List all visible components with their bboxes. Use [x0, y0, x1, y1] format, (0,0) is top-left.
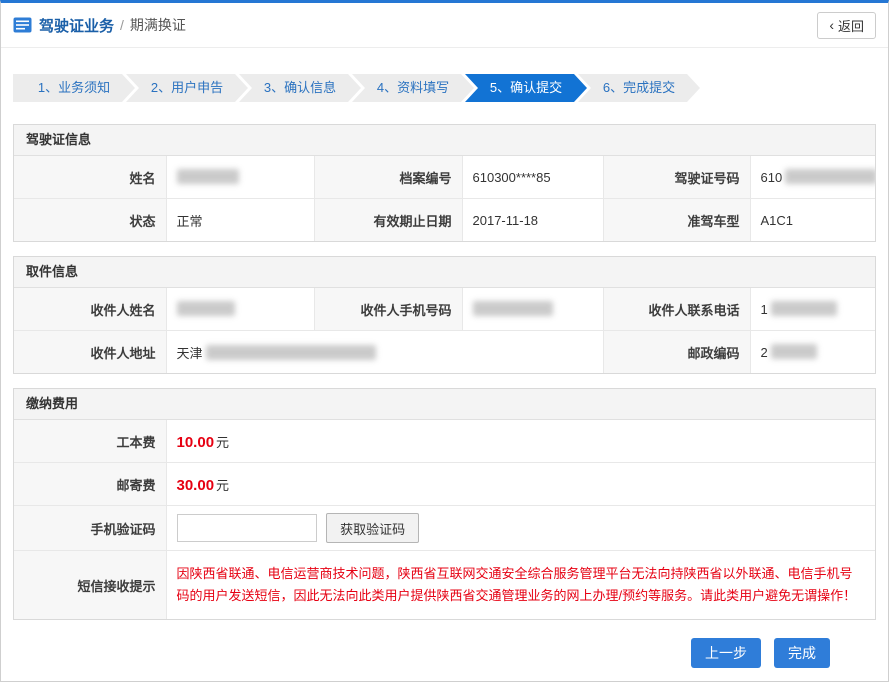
- recipient-name-label: 收件人姓名: [14, 288, 166, 331]
- table-row: 工本费 10.00元: [14, 420, 875, 463]
- step-5-confirm-submit[interactable]: 5、确认提交: [465, 74, 587, 102]
- page-title: 驾驶证业务: [39, 15, 114, 36]
- table-row: 收件人地址 天津 邮政编码 2: [14, 331, 875, 374]
- redacted-recipient-mobile: [473, 301, 553, 316]
- expiry-value: 2017-11-18: [462, 199, 603, 242]
- redacted-license-number: [785, 169, 875, 184]
- license-info-table: 姓名 档案编号 610300****85 驾驶证号码 610 状态 正常 有效期…: [14, 156, 875, 241]
- step-3-confirm-info[interactable]: 3、确认信息: [239, 74, 361, 102]
- vehicle-class-value: A1C1: [750, 199, 875, 242]
- expiry-label: 有效期止日期: [314, 199, 462, 242]
- postal-code-prefix: 2: [761, 345, 768, 360]
- breadcrumb-current: 期满换证: [130, 15, 186, 35]
- back-button-label: 返回: [838, 16, 864, 35]
- get-code-button[interactable]: 获取验证码: [326, 513, 419, 543]
- production-fee-unit: 元: [216, 435, 229, 450]
- pickup-info-table: 收件人姓名 收件人手机号码 收件人联系电话 1 收件人地址 天津 邮政编码 2: [14, 288, 875, 373]
- status-label: 状态: [14, 199, 166, 242]
- prev-step-button[interactable]: 上一步: [691, 638, 761, 668]
- table-row: 手机验证码 获取验证码: [14, 506, 875, 551]
- step-4-fill-data[interactable]: 4、资料填写: [352, 74, 474, 102]
- recipient-mobile-value: [462, 288, 603, 331]
- redacted-name: [177, 169, 239, 184]
- step-1-business-notice[interactable]: 1、业务须知: [13, 74, 135, 102]
- mailing-fee-unit: 元: [216, 478, 229, 493]
- recipient-phone-value: 1: [750, 288, 875, 331]
- header-bar: 驾驶证业务 / 期满换证 ‹ 返回: [1, 3, 888, 48]
- name-label: 姓名: [14, 156, 166, 199]
- postal-code-label: 邮政编码: [603, 331, 750, 374]
- driver-license-renewal-page: 驾驶证业务 / 期满换证 ‹ 返回 1、业务须知 2、用户申告 3、确认信息 4…: [0, 0, 889, 682]
- recipient-name-value: [166, 288, 314, 331]
- pickup-info-section: 取件信息 收件人姓名 收件人手机号码 收件人联系电话 1 收件人地址 天津 邮政…: [13, 256, 876, 374]
- back-arrow-icon: ‹: [829, 18, 834, 32]
- mailing-fee-value: 30.00元: [166, 463, 875, 506]
- production-fee-amount: 10.00: [177, 434, 215, 451]
- postal-code-value: 2: [750, 331, 875, 374]
- back-button[interactable]: ‹ 返回: [817, 12, 876, 39]
- sms-notice-label: 短信接收提示: [14, 551, 166, 620]
- table-row: 邮寄费 30.00元: [14, 463, 875, 506]
- fees-section: 缴纳费用 工本费 10.00元 邮寄费 30.00元 手机验证码 获取验证码 短…: [13, 388, 876, 620]
- recipient-address-label: 收件人地址: [14, 331, 166, 374]
- sms-code-input[interactable]: [177, 514, 317, 542]
- sms-notice-text: 因陕西省联通、电信运营商技术问题，陕西省互联网交通安全综合服务管理平台无法向持陕…: [177, 563, 866, 607]
- table-row: 短信接收提示 因陕西省联通、电信运营商技术问题，陕西省互联网交通安全综合服务管理…: [14, 551, 875, 620]
- fees-title: 缴纳费用: [14, 389, 875, 420]
- redacted-recipient-address: [206, 345, 376, 360]
- mailing-fee-label: 邮寄费: [14, 463, 166, 506]
- recipient-address-prefix: 天津: [177, 346, 203, 361]
- pickup-info-title: 取件信息: [14, 257, 875, 288]
- mailing-fee-amount: 30.00: [177, 477, 215, 494]
- redacted-postal-code: [771, 344, 817, 359]
- recipient-phone-prefix: 1: [761, 302, 768, 317]
- production-fee-value: 10.00元: [166, 420, 875, 463]
- license-info-title: 驾驶证信息: [14, 125, 875, 156]
- license-info-section: 驾驶证信息 姓名 档案编号 610300****85 驾驶证号码 610 状态 …: [13, 124, 876, 242]
- license-number-prefix: 610: [761, 170, 783, 185]
- recipient-phone-label: 收件人联系电话: [603, 288, 750, 331]
- production-fee-label: 工本费: [14, 420, 166, 463]
- redacted-recipient-phone: [771, 301, 837, 316]
- status-value: 正常: [166, 199, 314, 242]
- table-row: 姓名 档案编号 610300****85 驾驶证号码 610: [14, 156, 875, 199]
- sms-code-cell: 获取验证码: [166, 506, 875, 551]
- step-2-user-declaration[interactable]: 2、用户申告: [126, 74, 248, 102]
- file-number-value: 610300****85: [462, 156, 603, 199]
- breadcrumb-separator: /: [120, 17, 124, 33]
- vehicle-class-label: 准驾车型: [603, 199, 750, 242]
- license-number-value: 610: [750, 156, 875, 199]
- name-value: [166, 156, 314, 199]
- table-row: 收件人姓名 收件人手机号码 收件人联系电话 1: [14, 288, 875, 331]
- redacted-recipient-name: [177, 301, 235, 316]
- fees-table: 工本费 10.00元 邮寄费 30.00元 手机验证码 获取验证码 短信接收提示…: [14, 420, 875, 619]
- recipient-address-value: 天津: [166, 331, 603, 374]
- file-number-label: 档案编号: [314, 156, 462, 199]
- sms-notice-cell: 因陕西省联通、电信运营商技术问题，陕西省互联网交通安全综合服务管理平台无法向持陕…: [166, 551, 875, 620]
- table-row: 状态 正常 有效期止日期 2017-11-18 准驾车型 A1C1: [14, 199, 875, 242]
- license-business-icon: [13, 17, 32, 33]
- step-nav: 1、业务须知 2、用户申告 3、确认信息 4、资料填写 5、确认提交 6、完成提…: [13, 74, 888, 102]
- finish-button[interactable]: 完成: [774, 638, 830, 668]
- bottom-actions: 上一步 完成: [1, 638, 830, 668]
- step-6-complete-submit[interactable]: 6、完成提交: [578, 74, 700, 102]
- license-number-label: 驾驶证号码: [603, 156, 750, 199]
- sms-code-label: 手机验证码: [14, 506, 166, 551]
- recipient-mobile-label: 收件人手机号码: [314, 288, 462, 331]
